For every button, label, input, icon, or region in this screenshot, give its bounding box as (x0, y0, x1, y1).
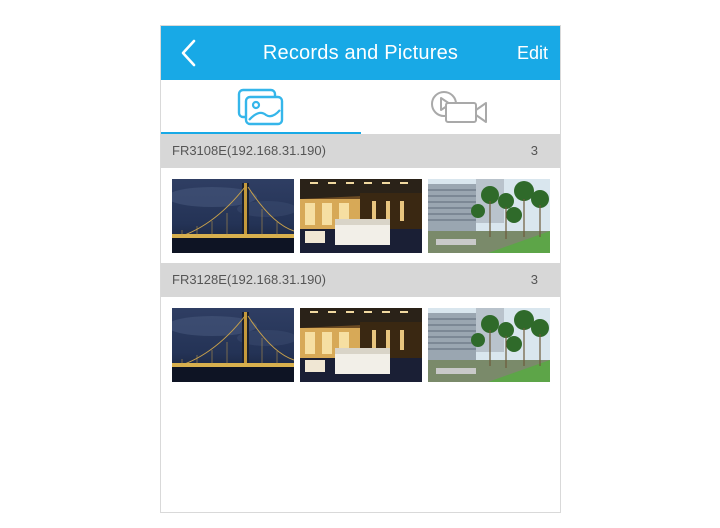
hotel-room-photo[interactable] (300, 308, 422, 382)
device-group-header: FR3108E(192.168.31.190) 3 (161, 134, 560, 168)
tab-pictures[interactable] (161, 80, 361, 134)
picture-count: 3 (530, 272, 538, 287)
office-building-photo[interactable] (428, 308, 550, 382)
device-name: FR3108E(192.168.31.190) (172, 143, 326, 158)
page-title: Records and Pictures (262, 42, 459, 64)
device-name: FR3128E(192.168.31.190) (172, 272, 326, 287)
edit-button[interactable]: Edit (517, 26, 548, 80)
video-icon (431, 91, 488, 123)
tab-records[interactable] (361, 80, 561, 134)
bridge-night-photo[interactable] (172, 179, 294, 253)
bridge-night-photo[interactable] (172, 308, 294, 382)
office-building-photo[interactable] (428, 179, 550, 253)
phone-screen: Records and Pictures Edit FR3108E(192.16… (160, 25, 561, 513)
hotel-room-photo[interactable] (300, 179, 422, 253)
tab-bar (161, 80, 561, 135)
picture-count: 3 (530, 143, 538, 158)
picture-icon (237, 88, 283, 126)
device-group-header: FR3128E(192.168.31.190) 3 (161, 263, 560, 297)
top-bar: Records and Pictures Edit (161, 26, 560, 80)
